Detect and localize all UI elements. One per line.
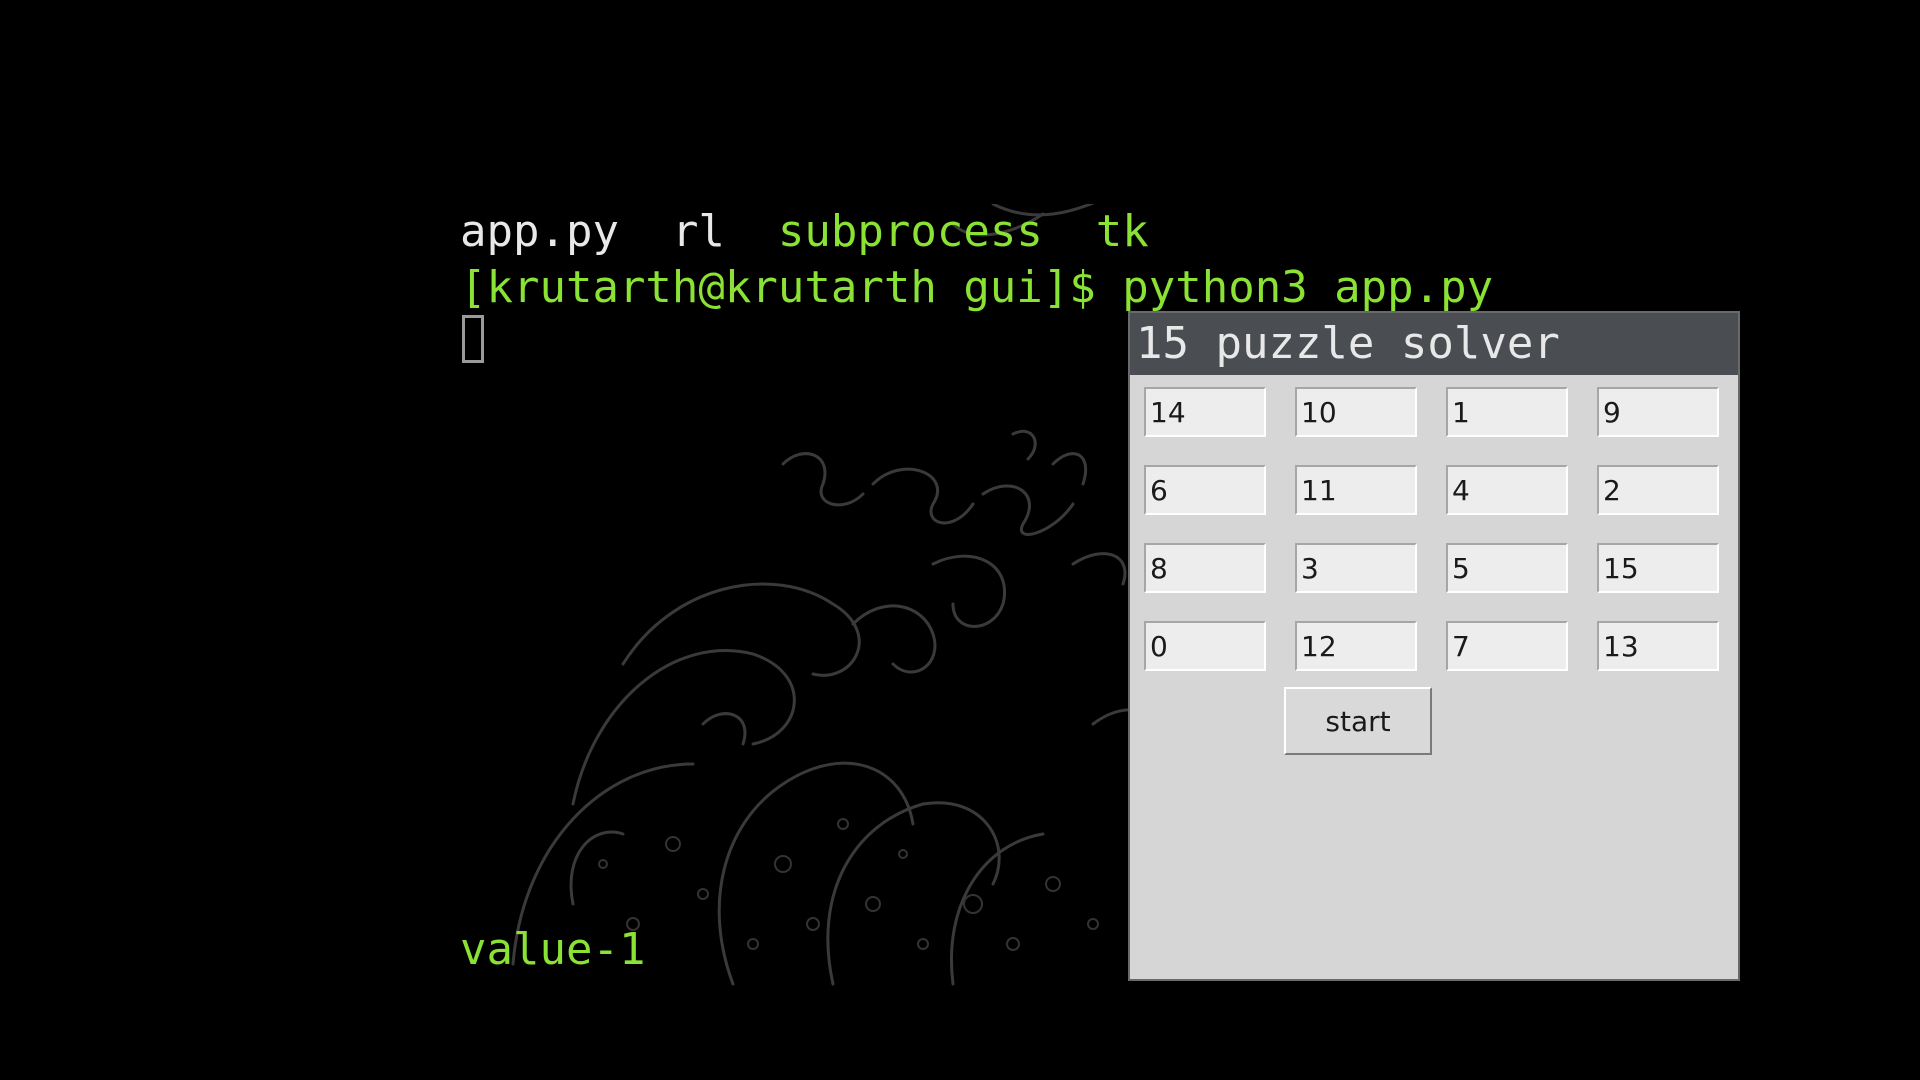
tile-input-r3-c1[interactable] [1144, 543, 1266, 593]
terminal-prompt-line: [krutarth@krutarth gui]$ python3 app.py [460, 262, 1494, 313]
tile-input-r4-c2[interactable] [1295, 621, 1417, 671]
tile-input-r4-c3[interactable] [1446, 621, 1568, 671]
window-title: 15 puzzle solver [1136, 318, 1560, 369]
tile-input-r1-c3[interactable] [1446, 387, 1568, 437]
dir-tk: tk [1095, 206, 1149, 257]
puzzle-board [1130, 375, 1738, 979]
tile-input-r2-c1[interactable] [1144, 465, 1266, 515]
tile-input-r1-c1[interactable] [1144, 387, 1266, 437]
tile-input-r4-c4[interactable] [1597, 621, 1719, 671]
puzzle-solver-window[interactable]: 15 puzzle solver [1128, 311, 1740, 981]
terminal-cursor [462, 315, 484, 363]
tile-input-r1-c2[interactable] [1295, 387, 1417, 437]
tile-input-r3-c3[interactable] [1446, 543, 1568, 593]
terminal-ls-output: app.py rl subprocess tk [460, 204, 1149, 260]
dir-subprocess: subprocess [777, 206, 1043, 257]
tile-input-r3-c2[interactable] [1295, 543, 1417, 593]
tile-input-r4-c1[interactable] [1144, 621, 1266, 671]
window-title-bar[interactable]: 15 puzzle solver [1130, 313, 1738, 375]
tile-input-r2-c2[interactable] [1295, 465, 1417, 515]
tile-input-r2-c4[interactable] [1597, 465, 1719, 515]
file-app-py: app.py [460, 206, 619, 257]
tile-input-r2-c3[interactable] [1446, 465, 1568, 515]
tile-input-r3-c4[interactable] [1597, 543, 1719, 593]
file-rl: rl [671, 206, 725, 257]
tile-input-r1-c4[interactable] [1597, 387, 1719, 437]
start-button[interactable]: start [1284, 687, 1432, 755]
terminal-output-value: value-1 [460, 924, 646, 975]
